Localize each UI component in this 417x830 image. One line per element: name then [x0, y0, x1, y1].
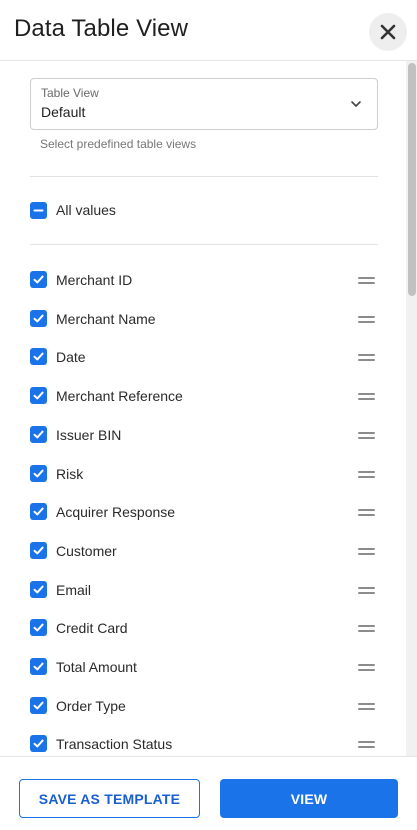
checkmark-icon: [33, 546, 44, 555]
column-label: Email: [56, 582, 92, 598]
checkmark-icon: [33, 507, 44, 516]
column-row[interactable]: Merchant Reference: [30, 387, 378, 407]
drag-handle-icon[interactable]: [358, 509, 375, 517]
column-row[interactable]: Order Type: [30, 697, 378, 717]
column-checkbox[interactable]: [30, 503, 47, 520]
drag-handle-icon[interactable]: [358, 703, 375, 711]
column-label: Order Type: [56, 698, 126, 714]
column-row[interactable]: Email: [30, 581, 378, 601]
minus-icon: [33, 209, 44, 212]
column-label: Transaction Status: [56, 736, 173, 752]
column-label: Acquirer Response: [56, 504, 176, 520]
all-values-checkbox[interactable]: [30, 202, 47, 219]
checkmark-icon: [33, 585, 44, 594]
drag-handle-icon[interactable]: [358, 432, 375, 440]
table-view-helper-text: Select predefined table views: [40, 137, 197, 151]
checkmark-icon: [33, 430, 44, 439]
column-row[interactable]: Date: [30, 348, 378, 368]
column-row[interactable]: Acquirer Response: [30, 503, 378, 523]
table-view-label: Table View: [41, 86, 99, 100]
table-view-select[interactable]: Table View Default: [30, 78, 378, 130]
column-label: Merchant Reference: [56, 388, 183, 404]
column-label: Total Amount: [56, 659, 137, 675]
column-label: Issuer BIN: [56, 427, 122, 443]
table-view-value: Default: [41, 104, 86, 120]
column-checkbox[interactable]: [30, 697, 47, 714]
drag-handle-icon[interactable]: [358, 664, 375, 672]
column-row[interactable]: Credit Card: [30, 619, 378, 639]
column-label: Date: [56, 349, 86, 365]
column-checkbox[interactable]: [30, 735, 47, 752]
column-checkbox[interactable]: [30, 465, 47, 482]
drag-handle-icon[interactable]: [358, 316, 375, 324]
drag-handle-icon[interactable]: [358, 741, 375, 749]
close-button[interactable]: [369, 13, 407, 51]
column-label: Credit Card: [56, 620, 128, 636]
checkmark-icon: [33, 662, 44, 671]
all-values-label: All values: [56, 202, 116, 218]
column-checkbox[interactable]: [30, 271, 47, 288]
panel-header: Data Table View: [0, 0, 417, 61]
drag-handle-icon[interactable]: [358, 625, 375, 633]
checkmark-icon: [33, 314, 44, 323]
column-checkbox[interactable]: [30, 658, 47, 675]
column-checkbox[interactable]: [30, 581, 47, 598]
checkmark-icon: [33, 352, 44, 361]
column-label: Merchant ID: [56, 272, 133, 288]
chevron-down-icon: [351, 101, 361, 107]
column-row[interactable]: Risk: [30, 465, 378, 485]
page-title: Data Table View: [14, 15, 189, 42]
save-as-template-button[interactable]: SAVE AS TEMPLATE: [19, 779, 200, 818]
drag-handle-icon[interactable]: [358, 587, 375, 595]
column-row[interactable]: Issuer BIN: [30, 426, 378, 446]
column-row[interactable]: Customer: [30, 542, 378, 562]
drag-handle-icon[interactable]: [358, 354, 375, 362]
column-checkbox[interactable]: [30, 619, 47, 636]
divider: [30, 176, 378, 177]
panel-footer: SAVE AS TEMPLATE VIEW: [0, 756, 417, 830]
column-checkbox[interactable]: [30, 348, 47, 365]
checkmark-icon: [33, 739, 44, 748]
drag-handle-icon[interactable]: [358, 393, 375, 401]
column-checkbox[interactable]: [30, 310, 47, 327]
column-checkbox[interactable]: [30, 387, 47, 404]
drag-handle-icon[interactable]: [358, 471, 375, 479]
checkmark-icon: [33, 275, 44, 284]
checkmark-icon: [33, 391, 44, 400]
all-values-row[interactable]: All values: [30, 201, 378, 221]
drag-handle-icon[interactable]: [358, 277, 375, 285]
view-button[interactable]: VIEW: [220, 779, 398, 818]
scrollbar-thumb[interactable]: [408, 63, 416, 296]
column-row[interactable]: Merchant ID: [30, 271, 378, 291]
checkmark-icon: [33, 469, 44, 478]
column-row[interactable]: Transaction Status: [30, 735, 378, 755]
column-label: Merchant Name: [56, 311, 156, 327]
column-checkbox[interactable]: [30, 542, 47, 559]
column-checkbox[interactable]: [30, 426, 47, 443]
column-settings-scroll-area[interactable]: Table View Default Select predefined tab…: [0, 61, 417, 756]
column-row[interactable]: Merchant Name: [30, 310, 378, 330]
divider: [30, 244, 378, 245]
column-label: Risk: [56, 466, 84, 482]
checkmark-icon: [33, 701, 44, 710]
drag-handle-icon[interactable]: [358, 548, 375, 556]
column-row[interactable]: Total Amount: [30, 658, 378, 678]
close-icon: [380, 24, 396, 40]
checkmark-icon: [33, 623, 44, 632]
column-label: Customer: [56, 543, 117, 559]
